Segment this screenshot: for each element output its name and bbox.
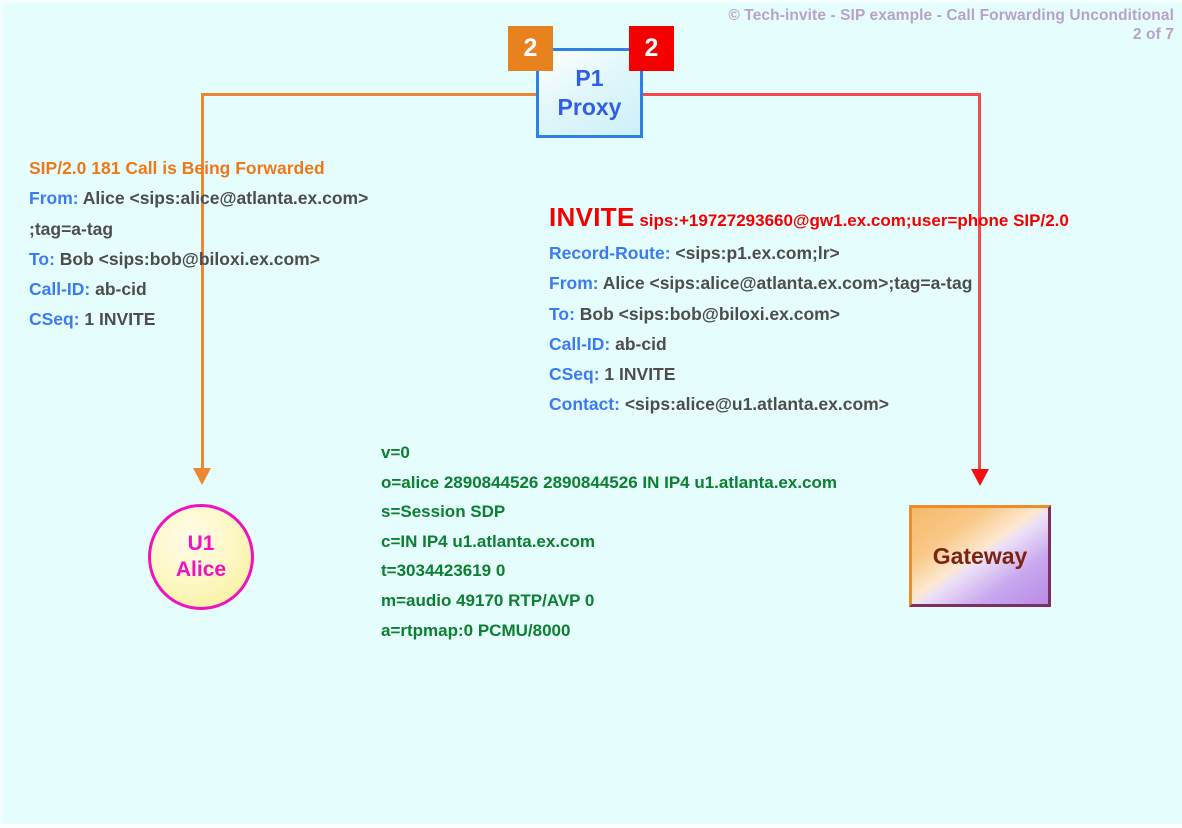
invite-header-contact-name: Contact:	[549, 394, 620, 415]
invite-header-to-value: Bob <sips:bob@biloxi.ex.com>	[574, 303, 840, 324]
sdp-body: v=0 o=alice 2890844526 2890844526 IN IP4…	[381, 438, 837, 645]
response-header-cseq-name: CSeq:	[29, 309, 80, 330]
invite-header-from: From: Alice <sips:alice@atlanta.ex.com>;…	[549, 268, 1069, 298]
sdp-line-session-name: s=Session SDP	[381, 502, 506, 522]
response-header-from-tag-value: ;tag=a-tag	[29, 218, 114, 239]
invite-header-contact: Contact: <sips:alice@u1.atlanta.ex.com>	[549, 389, 1069, 419]
step-badge-response-number: 2	[523, 34, 538, 62]
node-gateway[interactable]: Gateway	[909, 505, 1051, 607]
invite-header-callid-name: Call-ID:	[549, 333, 611, 354]
response-header-callid-name: Call-ID:	[29, 279, 91, 300]
response-start-line: SIP/2.0 181 Call is Being Forwarded	[29, 158, 325, 178]
u1-label-line1: U1	[187, 532, 215, 555]
response-header-from-tag: ;tag=a-tag	[29, 214, 368, 244]
gateway-label: Gateway	[932, 542, 1028, 569]
response-flow-horizontal	[201, 93, 553, 96]
invite-header-from-name: From:	[549, 273, 599, 294]
response-header-from: From: Alice <sips:alice@atlanta.ex.com>	[29, 183, 368, 213]
invite-header-record-route: Record-Route: <sips:p1.ex.com;lr>	[549, 238, 1069, 268]
invite-flow-horizontal	[626, 93, 981, 96]
invite-header-cseq: CSeq: 1 INVITE	[549, 359, 1069, 389]
step-badge-invite-number: 2	[644, 34, 659, 62]
invite-request-uri: sips:+19727293660@gw1.ex.com;user=phone …	[639, 211, 1069, 230]
invite-start-line: INVITE sips:+19727293660@gw1.ex.com;user…	[549, 200, 1069, 238]
invite-header-callid-value: ab-cid	[610, 333, 667, 354]
response-header-from-value: Alice <sips:alice@atlanta.ex.com>	[78, 188, 369, 209]
invite-header-callid: Call-ID: ab-cid	[549, 329, 1069, 359]
message-invite-request: INVITE sips:+19727293660@gw1.ex.com;user…	[549, 200, 1069, 420]
response-header-to-value: Bob <sips:bob@biloxi.ex.com>	[54, 248, 320, 269]
response-flow-arrowhead	[193, 468, 211, 485]
invite-header-cseq-name: CSeq:	[549, 364, 600, 385]
sdp-line-media: m=audio 49170 RTP/AVP 0	[381, 590, 595, 610]
proxy-name-line1: P1	[575, 65, 604, 91]
response-header-from-name: From:	[29, 188, 79, 209]
response-header-callid: Call-ID: ab-cid	[29, 274, 368, 304]
response-header-to-name: To:	[29, 248, 55, 269]
message-181-response: SIP/2.0 181 Call is Being Forwarded From…	[29, 153, 368, 335]
invite-flow-arrowhead	[971, 469, 989, 486]
sdp-line-timing: t=3034423619 0	[381, 561, 506, 581]
proxy-name-line2: Proxy	[557, 94, 622, 120]
invite-header-cseq-value: 1 INVITE	[599, 364, 676, 385]
u1-label-line2: Alice	[175, 558, 227, 581]
sdp-line-version: v=0	[381, 443, 410, 462]
node-u1-alice[interactable]: U1 Alice	[148, 504, 254, 610]
invite-header-to: To: Bob <sips:bob@biloxi.ex.com>	[549, 299, 1069, 329]
response-header-cseq-value: 1 INVITE	[79, 309, 156, 330]
response-header-cseq: CSeq: 1 INVITE	[29, 304, 368, 334]
canvas-bottom-edge	[0, 824, 1182, 828]
step-badge-response: 2	[508, 26, 553, 71]
invite-method: INVITE	[549, 202, 635, 232]
page-header: © Tech-invite - SIP example - Call Forwa…	[728, 6, 1174, 44]
diagram-canvas: © Tech-invite - SIP example - Call Forwa…	[0, 0, 1182, 828]
invite-header-to-name: To:	[549, 303, 575, 324]
invite-header-record-route-name: Record-Route:	[549, 243, 671, 263]
canvas-left-edge	[0, 0, 3, 828]
response-header-to: To: Bob <sips:bob@biloxi.ex.com>	[29, 244, 368, 274]
sdp-line-connection: c=IN IP4 u1.atlanta.ex.com	[381, 531, 596, 551]
copyright-text: © Tech-invite - SIP example - Call Forwa…	[728, 7, 1174, 24]
sdp-line-rtpmap: a=rtpmap:0 PCMU/8000	[381, 620, 571, 640]
invite-header-contact-value: <sips:alice@u1.atlanta.ex.com>	[619, 394, 889, 415]
step-badge-invite: 2	[629, 26, 674, 71]
page-indicator: 2 of 7	[1132, 26, 1174, 43]
sdp-line-origin: o=alice 2890844526 2890844526 IN IP4 u1.…	[381, 472, 838, 492]
invite-header-record-route-value: <sips:p1.ex.com;lr>	[670, 243, 840, 263]
response-header-callid-value: ab-cid	[90, 279, 147, 300]
canvas-top-edge	[0, 0, 1182, 3]
invite-header-from-value: Alice <sips:alice@atlanta.ex.com>;tag=a-…	[598, 273, 973, 294]
